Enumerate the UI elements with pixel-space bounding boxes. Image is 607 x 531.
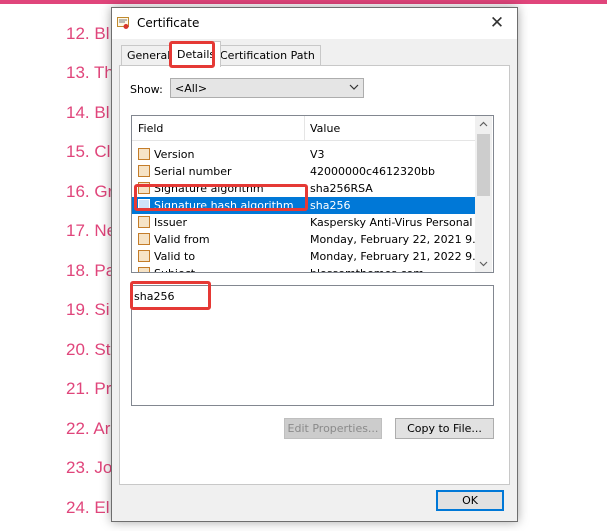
column-separator[interactable] <box>304 116 305 140</box>
field-name: Serial number <box>154 165 232 178</box>
background-list-item: 19. Si <box>66 300 110 319</box>
listview-header: Field Value <box>132 116 475 141</box>
background-list-item: 23. Jo <box>66 458 113 477</box>
column-header-field[interactable]: Field <box>138 122 163 135</box>
field-value-textbox[interactable]: sha256 <box>131 285 494 406</box>
scroll-down-icon[interactable] <box>475 255 492 272</box>
field-icon <box>138 233 150 245</box>
listview-row[interactable]: Issuer Kaspersky Anti-Virus Personal ... <box>132 214 486 231</box>
listview-row[interactable]: Valid from Monday, February 22, 2021 9..… <box>132 231 483 248</box>
listview-row[interactable]: Valid to Monday, February 21, 2022 9... <box>132 248 483 265</box>
title-bar[interactable]: Certificate ✕ <box>112 8 517 39</box>
field-value: Monday, February 22, 2021 9... <box>310 233 483 246</box>
scroll-thumb[interactable] <box>477 134 490 196</box>
top-accent-bar <box>0 0 607 4</box>
field-icon <box>138 216 150 228</box>
show-dropdown[interactable]: <All> <box>170 78 364 98</box>
background-list-item: 20. St <box>66 340 111 359</box>
field-value-text: sha256 <box>134 290 175 303</box>
ok-button[interactable]: OK <box>436 490 504 511</box>
fields-listview[interactable]: Field Value Version V3 Serial number 420… <box>131 115 494 273</box>
field-name: Signature hash algorithm <box>154 199 294 212</box>
field-name: Valid from <box>154 233 210 246</box>
tab-certification-path[interactable]: Certification Path <box>214 45 321 66</box>
field-name: Valid to <box>154 250 196 263</box>
certificate-dialog: Certificate ✕ General Details Certificat… <box>111 7 518 522</box>
copy-to-file-button[interactable]: Copy to File... <box>395 418 494 439</box>
scroll-up-icon[interactable] <box>475 116 492 133</box>
close-icon: ✕ <box>489 13 505 33</box>
listview-row-selected[interactable]: Signature hash algorithm sha256 <box>132 197 475 214</box>
field-value: blossomthemes.com <box>310 265 424 272</box>
field-icon <box>138 267 150 272</box>
field-value: Monday, February 21, 2022 9... <box>310 250 483 263</box>
field-value: sha256 <box>310 199 351 212</box>
field-name: Subject <box>154 265 195 272</box>
listview-row[interactable]: Subject blossomthemes.com <box>132 265 475 272</box>
background-list-item: 13. Th <box>66 63 114 82</box>
listview-row[interactable]: Signature algorithm sha256RSA <box>132 180 475 197</box>
dialog-title: Certificate <box>137 16 200 30</box>
background-list-item: 17. Ne <box>66 221 117 240</box>
background-list-item: 18. Pa <box>66 261 116 280</box>
show-label: Show: <box>130 83 163 96</box>
field-icon <box>138 182 150 194</box>
field-name: Issuer <box>154 216 187 229</box>
field-value: 42000000c4612320bb <box>310 165 435 178</box>
listview-scrollbar[interactable] <box>475 116 492 272</box>
background-list-item: 15. Cl <box>66 142 111 161</box>
background-list-item: 22. Ar <box>66 419 111 438</box>
background-list-item: 16. Gr <box>66 182 114 201</box>
chevron-down-icon <box>349 84 359 90</box>
show-dropdown-value: <All> <box>175 82 208 95</box>
field-icon <box>138 250 150 262</box>
field-name: Signature algorithm <box>154 182 264 195</box>
field-icon <box>138 165 150 177</box>
field-value: V3 <box>310 148 325 161</box>
tab-general[interactable]: General <box>121 45 177 66</box>
column-header-value[interactable]: Value <box>310 122 340 135</box>
listview-row[interactable]: Version V3 <box>132 146 475 163</box>
field-value: Kaspersky Anti-Virus Personal ... <box>310 216 487 229</box>
background-list-item: 24. El <box>66 498 110 517</box>
field-value: sha256RSA <box>310 182 373 195</box>
background-list-item: 14. Bl <box>66 103 110 122</box>
edit-properties-button[interactable]: Edit Properties... <box>284 418 382 439</box>
background-list-item: 12. Bl <box>66 24 110 43</box>
field-icon <box>138 199 150 211</box>
close-button[interactable]: ✕ <box>477 8 517 39</box>
listview-row[interactable]: Serial number 42000000c4612320bb <box>132 163 475 180</box>
field-icon <box>138 148 150 160</box>
field-name: Version <box>154 148 195 161</box>
background-list-item: 21. Pr <box>66 379 112 398</box>
certificate-icon <box>117 17 129 29</box>
tab-details[interactable]: Details <box>171 41 222 67</box>
